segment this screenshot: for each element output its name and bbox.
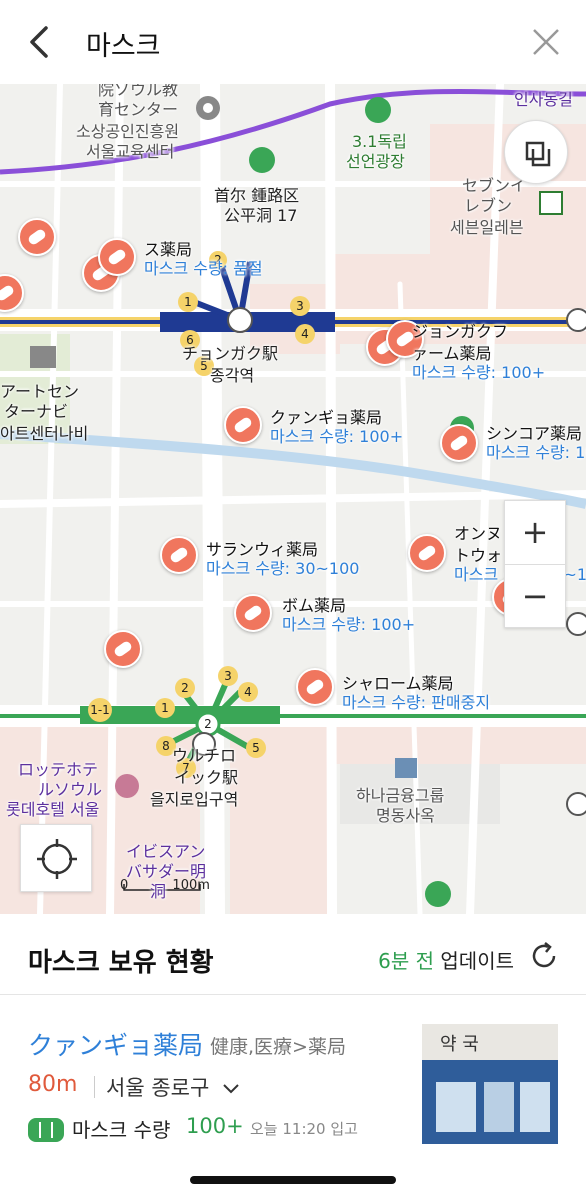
stock-time: 오늘 11:20 입고 <box>250 1120 358 1138</box>
place-label: レブン <box>464 196 513 215</box>
close-icon[interactable] <box>530 26 562 58</box>
store-name[interactable]: クァンギョ薬局 <box>28 1026 203 1062</box>
station-label: チョンガク駅 <box>182 344 279 363</box>
pharmacy-label[interactable]: シンコア薬局마스크 수량: 100+ <box>486 424 586 462</box>
scale-distance: 100m <box>172 878 210 893</box>
place-label: イビスアン <box>126 842 206 861</box>
place-label: 아트센터나비 <box>0 424 89 443</box>
svg-text:1-1: 1-1 <box>90 703 110 717</box>
pharmacy-pin-icon[interactable] <box>408 534 446 572</box>
place-label: 선언광장 <box>346 152 405 171</box>
zoom-out-button[interactable]: − <box>505 564 565 628</box>
store-sign-text: 약 국 <box>440 1034 479 1055</box>
place-label: 세븐일레븐 <box>450 218 524 237</box>
divider <box>0 994 586 995</box>
store-distance: 80m <box>28 1072 78 1097</box>
svg-text:5: 5 <box>252 741 260 755</box>
pharmacy-pin-icon[interactable] <box>104 630 142 668</box>
place-label: 公平洞 17 <box>224 206 298 225</box>
pharmacy-label[interactable]: ス薬局 마스크 수량: 품절 <box>144 240 263 278</box>
place-label: 서울교육센터 <box>86 142 175 161</box>
pharmacy-label[interactable]: ジョンガクフ <box>412 322 508 341</box>
refresh-icon[interactable] <box>528 940 560 972</box>
mask-quantity-value: 100+ <box>186 1114 244 1138</box>
chevron-down-icon <box>223 1084 239 1094</box>
store-photo[interactable]: 약 국 <box>422 1024 558 1144</box>
svg-text:2: 2 <box>204 717 212 731</box>
panel-heading: 마스크 보유 현황 <box>28 948 214 978</box>
svg-text:4: 4 <box>301 327 309 341</box>
locate-button[interactable] <box>20 824 92 892</box>
pharmacy-label[interactable]: ァーム薬局 마스크 수량: 100+ <box>412 344 545 382</box>
update-status: 6분 전 업데이트 <box>378 945 514 974</box>
place-label: 인사동길 <box>514 90 573 109</box>
scale-zero: 0 <box>120 878 129 893</box>
place-label: ルソウル <box>38 780 103 799</box>
place-label: 소상공인진흥원 <box>76 122 180 141</box>
update-label: 업데이트 <box>440 949 514 973</box>
station-label: 종각역 <box>210 366 255 385</box>
map-view[interactable]: 1 3 4 6 5 2 2 3 4 1 1-1 8 7 5 2 院ソウル教 育セ… <box>0 84 586 914</box>
pharmacy-label[interactable]: オンヌ <box>454 524 502 543</box>
place-label: 롯데호텔 서울 <box>6 800 100 819</box>
place-label: 하나금융그룹 <box>356 786 445 805</box>
place-label: 院ソウル教 <box>98 84 179 99</box>
place-label: 3.1독립 <box>352 132 407 151</box>
pharmacy-pin-icon[interactable] <box>18 218 56 256</box>
zoom-in-button[interactable]: + <box>505 501 565 564</box>
svg-text:4: 4 <box>244 685 252 699</box>
map-scale: 0 100m <box>120 878 210 893</box>
pharmacy-label[interactable]: ボム薬局 마스크 수량: 100+ <box>282 596 415 634</box>
place-label: 育センター <box>98 100 179 119</box>
pharmacy-pin-icon[interactable] <box>440 424 478 462</box>
top-bar: 마스크 <box>0 0 586 84</box>
pharmacy-pin-icon[interactable] <box>296 668 334 706</box>
svg-text:1: 1 <box>184 295 192 309</box>
layers-button[interactable] <box>504 120 568 184</box>
pharmacy-pin-icon[interactable] <box>224 406 262 444</box>
zoom-control: + − <box>504 500 566 628</box>
place-label: ターナビ <box>4 402 69 421</box>
pharmacy-pin-icon[interactable] <box>98 238 136 276</box>
back-arrow-icon[interactable] <box>22 22 58 62</box>
svg-text:1: 1 <box>161 701 169 715</box>
svg-text:3: 3 <box>224 669 232 683</box>
separator <box>94 1076 95 1098</box>
station-label: 을지로입구역 <box>150 790 239 809</box>
pharmacy-label[interactable]: サランウィ薬局 마스크 수량: 30~100 <box>206 540 359 578</box>
station-label: ウルチロ <box>172 746 237 765</box>
pharmacy-label[interactable]: シャローム薬局 마스크 수량: 판매중지 <box>342 674 490 712</box>
store-address[interactable]: 서울 종로구 <box>106 1072 240 1102</box>
place-label: 명동사옥 <box>376 806 435 825</box>
layers-icon <box>525 141 551 167</box>
search-query-title[interactable]: 마스크 <box>86 24 161 63</box>
store-category: 健康,医療>薬局 <box>210 1036 346 1058</box>
svg-text:3: 3 <box>296 299 304 313</box>
pharmacy-pin-icon[interactable] <box>234 594 272 632</box>
svg-text:8: 8 <box>162 739 170 753</box>
locate-icon <box>37 839 77 879</box>
station-label: イック駅 <box>174 768 239 787</box>
place-label: アートセン <box>0 382 80 401</box>
mask-status-panel: 마스크 보유 현황 6분 전 업데이트 クァンギョ薬局 健康,医療>薬局 80m… <box>0 914 586 1200</box>
update-ago: 6분 전 <box>378 949 435 973</box>
place-label: 首尔 鍾路区 <box>214 186 300 205</box>
pharmacy-label[interactable]: クァンギョ薬局 마스크 수량: 100+ <box>270 408 403 446</box>
home-indicator <box>190 1176 396 1184</box>
pharmacy-pin-icon[interactable] <box>160 536 198 574</box>
svg-text:2: 2 <box>181 681 189 695</box>
place-label: ロッテホテ <box>18 760 99 779</box>
mask-quantity-label: 마스크 수량 <box>72 1118 171 1142</box>
mask-icon <box>28 1118 64 1142</box>
